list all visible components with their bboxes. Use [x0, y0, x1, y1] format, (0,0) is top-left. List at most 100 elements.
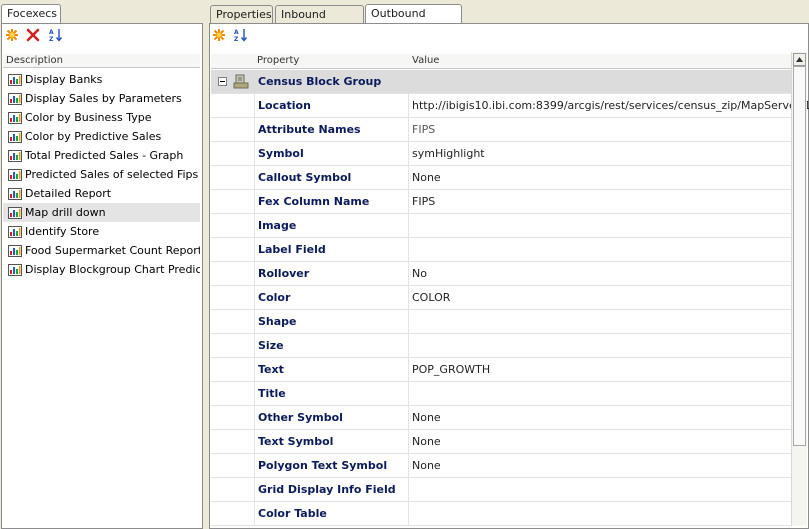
report-icon: [8, 149, 22, 162]
sort-az-icon[interactable]: AZ: [49, 28, 63, 42]
tab-outbound-layers[interactable]: Outbound Layers: [365, 4, 462, 38]
property-name: Fex Column Name: [258, 195, 370, 208]
property-value[interactable]: None: [412, 406, 441, 429]
column-divider: [408, 382, 409, 405]
list-item[interactable]: Food Supermarket Count Report: [3, 241, 200, 260]
row-gutter: [211, 310, 255, 333]
list-item[interactable]: Identify Store: [3, 222, 200, 241]
property-value[interactable]: symHighlight: [412, 142, 485, 165]
list-item-label: Food Supermarket Count Report: [25, 244, 200, 257]
table-row[interactable]: Other Symbol None: [211, 406, 791, 430]
table-row[interactable]: Location http://ibigis10.ibi.com:8399/arc…: [211, 94, 809, 118]
list-item[interactable]: Detailed Report: [3, 184, 200, 203]
table-row[interactable]: Polygon Text Symbol None: [211, 454, 791, 478]
column-divider: [408, 118, 409, 141]
property-value[interactable]: POP_GROWTH: [412, 358, 490, 381]
table-row[interactable]: Text Symbol None: [211, 430, 791, 454]
table-row[interactable]: Label Field: [211, 238, 791, 262]
report-icon: [8, 206, 22, 219]
table-row[interactable]: Size: [211, 334, 791, 358]
column-divider: [408, 262, 409, 285]
description-column-header[interactable]: Description: [3, 54, 200, 68]
row-gutter: [211, 238, 255, 261]
list-item-label: Predicted Sales of selected Fips: [25, 168, 199, 181]
table-row[interactable]: Title: [211, 382, 791, 406]
new-icon[interactable]: [212, 28, 226, 42]
list-item[interactable]: Total Predicted Sales - Graph: [3, 146, 200, 165]
property-value[interactable]: FIPS: [412, 190, 435, 213]
property-value[interactable]: None: [412, 166, 441, 189]
property-value[interactable]: None: [412, 454, 441, 477]
column-divider: [408, 406, 409, 429]
property-value[interactable]: FIPS: [412, 118, 435, 141]
sort-az-icon[interactable]: AZ: [234, 28, 248, 42]
tab-inbound-layers[interactable]: Inbound Layers: [275, 5, 364, 39]
property-value[interactable]: http://ibigis10.ibi.com:8399/arcgis/rest…: [412, 94, 809, 117]
property-name: Color Table: [258, 507, 327, 520]
tab-focexecs[interactable]: Focexecs: [1, 4, 61, 24]
column-divider: [408, 310, 409, 333]
list-item-label: Display Banks: [25, 73, 103, 86]
row-gutter: [211, 430, 255, 453]
report-icon: [8, 244, 22, 257]
list-item[interactable]: Color by Predictive Sales: [3, 127, 200, 146]
list-item[interactable]: Display Blockgroup Chart Predictives: [3, 260, 200, 279]
row-gutter: [211, 94, 255, 117]
property-name: Color: [258, 291, 291, 304]
column-divider: [408, 142, 409, 165]
column-divider: [408, 286, 409, 309]
row-gutter: [211, 166, 255, 189]
property-name: Attribute Names: [258, 123, 361, 136]
scroll-up-button[interactable]: [793, 53, 806, 66]
list-item-label: Display Sales by Parameters: [25, 92, 182, 105]
table-row[interactable]: Image: [211, 214, 791, 238]
report-icon: [8, 130, 22, 143]
property-value[interactable]: No: [412, 262, 427, 285]
report-icon: [8, 263, 22, 276]
table-row[interactable]: Shape: [211, 310, 791, 334]
property-name: Polygon Text Symbol: [258, 459, 388, 472]
property-name: Shape: [258, 315, 297, 328]
table-row[interactable]: Rollover No: [211, 262, 791, 286]
row-gutter: [211, 478, 255, 501]
tab-properties[interactable]: Properties: [210, 5, 273, 23]
property-column-header[interactable]: Property: [257, 54, 299, 68]
scroll-thumb[interactable]: [793, 66, 806, 446]
new-icon[interactable]: [5, 28, 19, 42]
delete-icon[interactable]: [26, 28, 40, 42]
report-icon: [8, 111, 22, 124]
column-divider: [408, 166, 409, 189]
vertical-scrollbar[interactable]: [791, 52, 807, 526]
table-row[interactable]: Symbol symHighlight: [211, 142, 791, 166]
value-column-header[interactable]: Value: [412, 54, 439, 68]
row-gutter: [211, 454, 255, 477]
list-item[interactable]: Display Banks: [3, 70, 200, 89]
row-gutter: [211, 214, 255, 237]
table-row[interactable]: Text POP_GROWTH: [211, 358, 791, 382]
focexec-list: Display Banks Display Sales by Parameters…: [3, 70, 200, 279]
panel-splitter[interactable]: [204, 23, 208, 529]
svg-text:A: A: [49, 29, 54, 36]
property-name: Text: [258, 363, 284, 376]
table-row[interactable]: Callout Symbol None: [211, 166, 791, 190]
list-item[interactable]: Predicted Sales of selected Fips: [3, 165, 200, 184]
table-row[interactable]: Color Table: [211, 502, 791, 526]
collapse-icon[interactable]: [218, 77, 227, 86]
property-name: Label Field: [258, 243, 326, 256]
property-name: Callout Symbol: [258, 171, 352, 184]
column-divider: [408, 454, 409, 477]
list-item[interactable]: Color by Business Type: [3, 108, 200, 127]
row-gutter: [211, 382, 255, 405]
svg-text:A: A: [234, 29, 239, 36]
list-item[interactable]: Display Sales by Parameters: [3, 89, 200, 108]
table-row[interactable]: Grid Display Info Field: [211, 478, 791, 502]
svg-text:Z: Z: [234, 36, 239, 42]
table-row[interactable]: Color COLOR: [211, 286, 791, 310]
table-row[interactable]: Attribute Names FIPS: [211, 118, 791, 142]
group-label: Census Block Group: [258, 75, 382, 88]
property-value[interactable]: COLOR: [412, 286, 450, 309]
list-item[interactable]: Map drill down: [3, 203, 200, 222]
table-row[interactable]: Fex Column Name FIPS: [211, 190, 791, 214]
property-value[interactable]: None: [412, 430, 441, 453]
group-row-census-block-group[interactable]: Census Block Group: [211, 70, 791, 94]
